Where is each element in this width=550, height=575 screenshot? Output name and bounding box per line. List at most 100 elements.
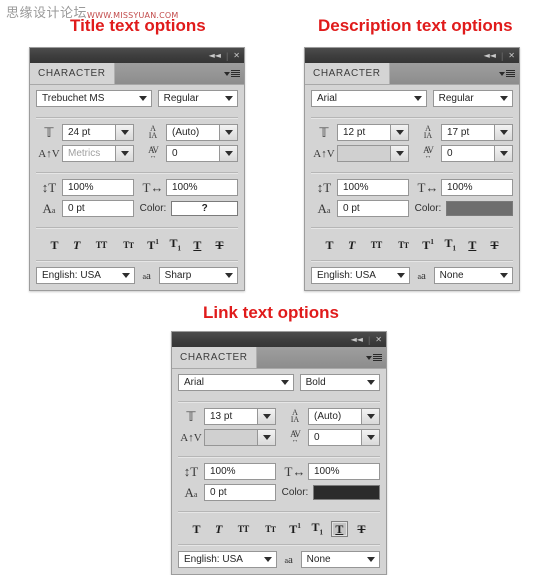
collapse-icon[interactable]: ◄◄ — [351, 335, 363, 344]
chevron-down-icon[interactable] — [494, 146, 512, 161]
tab-character[interactable]: CHARACTER — [30, 63, 115, 84]
small-caps-button[interactable]: TT — [259, 521, 281, 537]
chevron-down-icon[interactable] — [494, 125, 512, 140]
faux-italic-button[interactable]: T — [68, 237, 85, 253]
font-family-select[interactable]: Arial — [311, 90, 427, 107]
chevron-down-icon[interactable] — [496, 268, 512, 283]
font-size-input[interactable]: 12 pt — [337, 124, 409, 141]
chevron-down-icon[interactable] — [390, 146, 408, 161]
leading-input[interactable]: (Auto) — [308, 408, 380, 425]
kerning-input[interactable] — [204, 429, 276, 446]
chevron-down-icon[interactable] — [134, 91, 151, 106]
anti-alias-select[interactable]: Sharp — [158, 267, 238, 284]
chevron-down-icon[interactable] — [361, 430, 379, 445]
collapse-icon[interactable]: ◄◄ — [484, 51, 496, 60]
faux-bold-button[interactable]: T — [188, 521, 205, 537]
underline-button[interactable]: T — [464, 237, 481, 253]
kerning-input[interactable] — [337, 145, 409, 162]
faux-italic-button[interactable]: T — [210, 521, 227, 537]
font-family-select[interactable]: Trebuchet MS — [36, 90, 152, 107]
close-icon[interactable]: ✕ — [233, 51, 240, 60]
font-size-input[interactable]: 13 pt — [204, 408, 276, 425]
chevron-down-icon[interactable] — [276, 375, 293, 390]
chevron-down-icon[interactable] — [409, 91, 426, 106]
chevron-down-icon[interactable] — [361, 409, 379, 424]
strikethrough-button[interactable]: T — [353, 521, 370, 537]
vertical-scale-input[interactable]: 100% — [62, 179, 134, 196]
small-caps-button[interactable]: TT — [117, 237, 139, 253]
panel-menu-icon[interactable] — [499, 70, 515, 77]
divider — [36, 227, 238, 229]
leading-input[interactable]: (Auto) — [166, 124, 238, 141]
tab-character[interactable]: CHARACTER — [305, 63, 390, 84]
language-select[interactable]: English: USA — [36, 267, 135, 284]
language-select[interactable]: English: USA — [311, 267, 410, 284]
horizontal-scale-input[interactable]: 100% — [441, 179, 513, 196]
superscript-button[interactable]: T1 — [420, 237, 437, 253]
subscript-button[interactable]: T1 — [309, 521, 326, 537]
chevron-down-icon[interactable] — [363, 375, 379, 390]
close-icon[interactable]: ✕ — [375, 335, 382, 344]
horizontal-scale-input[interactable]: 100% — [166, 179, 238, 196]
font-style-select[interactable]: Bold — [299, 374, 380, 391]
underline-button[interactable]: T — [330, 521, 348, 537]
faux-italic-button[interactable]: T — [343, 237, 360, 253]
color-swatch[interactable]: ? — [171, 201, 238, 216]
font-family-select[interactable]: Arial — [178, 374, 294, 391]
close-icon[interactable]: ✕ — [508, 51, 515, 60]
chevron-down-icon[interactable] — [257, 430, 275, 445]
chevron-down-icon[interactable] — [221, 268, 237, 283]
chevron-down-icon[interactable] — [257, 409, 275, 424]
baseline-shift-input[interactable]: 0 pt — [204, 484, 276, 501]
tracking-input[interactable]: 0 — [166, 145, 238, 162]
collapse-icon[interactable]: ◄◄ — [209, 51, 221, 60]
chevron-down-icon[interactable] — [496, 91, 512, 106]
vertical-scale-input[interactable]: 100% — [337, 179, 409, 196]
chevron-down-icon[interactable] — [115, 146, 133, 161]
baseline-shift-input[interactable]: 0 pt — [337, 200, 409, 217]
leading-input[interactable]: 17 pt — [441, 124, 513, 141]
chevron-down-icon[interactable] — [115, 125, 133, 140]
kerning-input[interactable]: Metrics — [62, 145, 134, 162]
chevron-down-icon[interactable] — [117, 268, 134, 283]
subscript-button[interactable]: T1 — [167, 237, 184, 253]
font-size-input[interactable]: 24 pt — [62, 124, 134, 141]
all-caps-button[interactable]: TT — [232, 521, 254, 537]
language-select[interactable]: English: USA — [178, 551, 277, 568]
all-caps-button[interactable]: TT — [90, 237, 112, 253]
chevron-down-icon[interactable] — [219, 125, 237, 140]
superscript-button[interactable]: T1 — [287, 521, 304, 537]
divider — [36, 117, 238, 119]
underline-button[interactable]: T — [189, 237, 206, 253]
chevron-down-icon[interactable] — [392, 268, 409, 283]
all-caps-button[interactable]: TT — [365, 237, 387, 253]
subscript-button[interactable]: T1 — [442, 237, 459, 253]
tracking-input[interactable]: 0 — [308, 429, 380, 446]
superscript-button[interactable]: T1 — [145, 237, 162, 253]
tab-character[interactable]: CHARACTER — [172, 347, 257, 368]
faux-bold-button[interactable]: T — [46, 237, 63, 253]
chevron-down-icon[interactable] — [259, 552, 276, 567]
small-caps-button[interactable]: TT — [392, 237, 414, 253]
anti-alias-select[interactable]: None — [300, 551, 380, 568]
panel-menu-icon[interactable] — [224, 70, 240, 77]
font-style-select[interactable]: Regular — [432, 90, 513, 107]
chevron-down-icon[interactable] — [219, 146, 237, 161]
chevron-down-icon[interactable] — [363, 552, 379, 567]
tracking-input[interactable]: 0 — [441, 145, 513, 162]
style-button-bar: T T TT TT T1 T1 T T — [178, 518, 380, 542]
font-style-select[interactable]: Regular — [157, 90, 238, 107]
vertical-scale-input[interactable]: 100% — [204, 463, 276, 480]
horizontal-scale-input[interactable]: 100% — [308, 463, 380, 480]
anti-alias-select[interactable]: None — [433, 267, 513, 284]
baseline-shift-input[interactable]: 0 pt — [62, 200, 134, 217]
color-swatch[interactable] — [446, 201, 513, 216]
chevron-down-icon[interactable] — [221, 91, 237, 106]
color-swatch[interactable] — [313, 485, 380, 500]
baseline-shift-icon: Aa — [42, 200, 56, 216]
chevron-down-icon[interactable] — [390, 125, 408, 140]
panel-menu-icon[interactable] — [366, 354, 382, 361]
faux-bold-button[interactable]: T — [321, 237, 338, 253]
strikethrough-button[interactable]: T — [211, 237, 228, 253]
strikethrough-button[interactable]: T — [486, 237, 503, 253]
